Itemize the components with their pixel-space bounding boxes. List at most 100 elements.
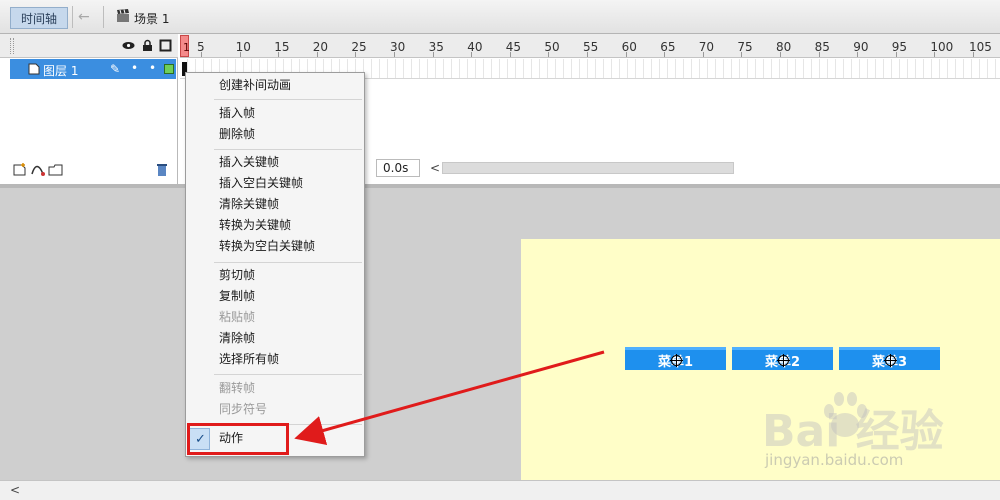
- new-folder-icon[interactable]: [48, 162, 64, 178]
- scene-label[interactable]: 场景 1: [134, 10, 169, 27]
- menu-item-convert-to-keyframe[interactable]: 转换为关键帧: [186, 215, 364, 236]
- panel-grip[interactable]: [10, 38, 14, 54]
- elapsed-time: 0.0s: [376, 159, 420, 177]
- watermark-url: jingyan.baidu.com: [765, 451, 904, 469]
- layer-color-swatch[interactable]: [164, 64, 174, 74]
- layer-panel: 图层 1 ✎ • •: [0, 34, 178, 184]
- ruler-tick-mark: [702, 52, 704, 57]
- ruler-tick-mark: [973, 52, 974, 57]
- ruler-tick-label: 20: [312, 40, 329, 54]
- context-menu: 创建补间动画 插入帧 删除帧 插入关键帧 插入空白关键帧 清除关键帧 转换为关键…: [185, 72, 365, 457]
- toolbar-divider: [103, 6, 104, 28]
- watermark-brand: Bai 经验: [762, 406, 944, 457]
- outline-icon[interactable]: [159, 39, 172, 52]
- ruler-tick-label: 55: [583, 40, 599, 54]
- menu-item-insert-frame[interactable]: 插入帧: [186, 103, 364, 124]
- layer-header: [0, 34, 178, 58]
- motion-guide-icon[interactable]: [30, 162, 46, 178]
- toolbar-divider: [72, 6, 73, 28]
- menu-item-reverse-frames[interactable]: 翻转帧: [186, 378, 364, 399]
- stage-horizontal-scrollbar[interactable]: <: [0, 480, 1000, 500]
- ruler-tick-mark: [548, 52, 550, 57]
- ruler-tick-label: 60: [621, 40, 637, 54]
- menu-item-paste-frames[interactable]: 粘贴帧: [186, 307, 364, 328]
- ruler-tick-mark: [741, 52, 743, 57]
- menu-item-copy-frames[interactable]: 复制帧: [186, 286, 364, 307]
- tab-timeline[interactable]: 时间轴: [10, 7, 68, 29]
- ruler-tick-mark: [432, 52, 434, 57]
- ruler-tick-mark: [509, 52, 511, 57]
- layer-doc-icon: [28, 63, 40, 75]
- playhead[interactable]: 1: [180, 35, 190, 57]
- menu-item-delete-frame[interactable]: 删除帧: [186, 124, 364, 145]
- menu-item-cut-frames[interactable]: 剪切帧: [186, 265, 364, 286]
- ruler-tick-mark: [857, 52, 859, 57]
- ruler-tick-mark: [201, 52, 202, 57]
- ruler-tick-mark: [394, 52, 395, 57]
- new-layer-icon[interactable]: [12, 162, 28, 178]
- lock-dot[interactable]: •: [149, 61, 156, 75]
- ruler-tick-label: 45: [505, 40, 522, 54]
- timeline-scrollbar[interactable]: [442, 162, 734, 174]
- menu-separator: [214, 262, 362, 263]
- ruler-tick-mark: [239, 52, 241, 57]
- ruler-tick-mark: [278, 52, 280, 57]
- menu-item-select-all-frames[interactable]: 选择所有帧: [186, 349, 364, 370]
- layer-tools: [0, 158, 178, 184]
- ruler-tick-label: 50: [544, 40, 560, 54]
- eye-icon[interactable]: [122, 39, 135, 52]
- menu-item-insert-keyframe[interactable]: 插入关键帧: [186, 152, 364, 173]
- ruler-tick-mark: [587, 52, 588, 57]
- scene-clapper-icon: [117, 9, 129, 22]
- ruler-tick-mark: [934, 52, 936, 57]
- menu-separator: [214, 149, 362, 150]
- top-toolbar: 时间轴 ← 场景 1: [0, 0, 1000, 34]
- registration-point-icon: [670, 354, 683, 367]
- playhead-frame: 1: [183, 41, 190, 54]
- ruler-tick-label: 95: [891, 40, 908, 54]
- menu-item-insert-blank-keyframe[interactable]: 插入空白关键帧: [186, 173, 364, 194]
- frame-ruler[interactable]: 1 5 10 15 20 25 30 35 40 45 50 55 60 65 70 75 80 85 90 95 1…: [180, 34, 1000, 58]
- registration-point-icon: [777, 354, 790, 367]
- menu-item-create-motion-tween[interactable]: 创建补间动画: [186, 75, 364, 96]
- stage-menu-button[interactable]: 菜单3: [839, 347, 940, 370]
- layer-row[interactable]: 图层 1 ✎ • •: [10, 59, 176, 79]
- menu-item-convert-to-blank-keyframe[interactable]: 转换为空白关键帧: [186, 236, 364, 257]
- ruler-tick-label: 80: [776, 40, 792, 54]
- menu-separator: [214, 99, 362, 100]
- menu-item-synchronize-symbols[interactable]: 同步符号: [186, 399, 364, 420]
- ruler-tick-label: 90: [853, 40, 869, 54]
- annotation-highlight-box: [187, 423, 289, 455]
- ruler-tick-label: 85: [814, 40, 830, 54]
- timeline-panel: 图层 1 ✎ • • 1 5 10 15 20 25 30 35 40 45 5…: [0, 34, 1000, 184]
- layer-name[interactable]: 图层 1: [43, 62, 78, 79]
- scroll-left-arrow[interactable]: <: [10, 483, 20, 497]
- ruler-tick-mark: [471, 52, 473, 57]
- stage-menu-button[interactable]: 菜单1: [625, 347, 726, 370]
- ruler-tick-label: 75: [737, 40, 753, 54]
- ruler-tick-label: 25: [351, 40, 367, 54]
- lock-icon[interactable]: [141, 39, 154, 52]
- ruler-tick-mark: [664, 52, 666, 57]
- ruler-tick-mark: [780, 52, 781, 57]
- ruler-tick-mark: [895, 52, 897, 57]
- ruler-tick-label: 10: [235, 40, 251, 54]
- menu-separator: [214, 374, 362, 375]
- ruler-tick-label: 30: [390, 40, 406, 54]
- ruler-tick-label: 40: [467, 40, 483, 54]
- visibility-dot[interactable]: •: [131, 61, 138, 75]
- menu-item-clear-frames[interactable]: 清除帧: [186, 328, 364, 349]
- back-arrow-icon[interactable]: ←: [78, 10, 94, 24]
- delete-layer-icon[interactable]: [154, 162, 170, 178]
- stage-menu-button[interactable]: 菜单2: [732, 347, 833, 370]
- ruler-tick-label: 15: [274, 40, 290, 54]
- scroll-left-arrow[interactable]: <: [430, 161, 440, 175]
- registration-point-icon: [884, 354, 897, 367]
- ruler-tick-mark: [355, 52, 357, 57]
- ruler-tick-label: 70: [698, 40, 715, 54]
- menu-item-clear-keyframe[interactable]: 清除关键帧: [186, 194, 364, 215]
- ruler-tick-label: 65: [660, 40, 676, 54]
- ruler-tick-mark: [818, 52, 820, 57]
- pencil-icon: ✎: [110, 62, 121, 76]
- ruler-tick-mark: [316, 52, 318, 57]
